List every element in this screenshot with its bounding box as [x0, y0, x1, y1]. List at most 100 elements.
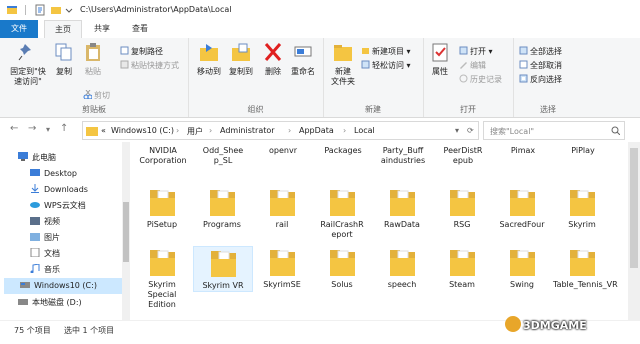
nav-videos[interactable]: 视频: [30, 214, 136, 230]
new-folder-button[interactable]: 新建 文件夹: [329, 42, 357, 87]
folder-item[interactable]: rail: [253, 186, 311, 230]
folder-item[interactable]: Table_Tennis_VR: [553, 246, 618, 290]
folder-icon: [270, 250, 295, 276]
nav-this-pc[interactable]: 此电脑: [18, 150, 124, 166]
selected-count: 选中 1 个项目: [64, 326, 115, 335]
breadcrumb-local[interactable]: Local: [354, 126, 375, 135]
folder-item[interactable]: Solus: [313, 246, 371, 290]
up-button[interactable]: ↑: [60, 123, 68, 134]
move-to-label: 移动到: [197, 67, 221, 76]
nav-wps-cloud[interactable]: WPS云文档: [30, 198, 136, 214]
folder-item[interactable]: PiPlay: [553, 146, 613, 156]
move-to-button[interactable]: 移动到: [194, 42, 224, 77]
content-scrollbar[interactable]: [628, 142, 640, 320]
folder-item[interactable]: Packages: [313, 146, 373, 156]
dropdown-icon[interactable]: [65, 4, 73, 16]
select-none-button[interactable]: 全部取消: [519, 60, 562, 71]
address-box[interactable]: « Windows10 (C:) › 用户 › Administrator › …: [82, 121, 479, 140]
nav-music[interactable]: 音乐: [30, 262, 136, 278]
folder-item[interactable]: Odd_Shee p_SL: [193, 146, 253, 166]
folder-item[interactable]: SacredFour: [493, 186, 551, 230]
properties-button[interactable]: 属性: [427, 42, 453, 77]
delete-icon: [264, 43, 282, 61]
nav-drive-c[interactable]: Windows10 (C:): [4, 278, 122, 294]
folder-item[interactable]: PiSetup: [133, 186, 191, 230]
folder-item[interactable]: Programs: [193, 186, 251, 230]
item-count: 75 个项目: [14, 326, 51, 335]
folder-icon: [210, 190, 235, 216]
select-all-label: 全部选择: [530, 47, 562, 56]
properties-quick-icon[interactable]: [34, 4, 46, 16]
pin-quick-access-button[interactable]: 固定到"快 速访问": [8, 42, 48, 87]
folder-icon: [86, 127, 98, 136]
open-button[interactable]: 打开 ▾: [459, 46, 493, 57]
explorer-icon: [7, 6, 17, 14]
breadcrumb-users[interactable]: 用户: [187, 126, 203, 137]
folder-name: Skyrim Special Edition: [147, 280, 177, 309]
folder-item[interactable]: Pimax: [493, 146, 553, 156]
folder-item[interactable]: SkyrimSE: [253, 246, 311, 290]
nav-documents[interactable]: 文档: [30, 246, 136, 262]
folder-item[interactable]: Swing: [493, 246, 551, 290]
folder-item[interactable]: Party_Buff aindustries: [373, 146, 433, 166]
tab-share[interactable]: 共享: [84, 20, 120, 38]
easy-access-button[interactable]: 轻松访问 ▾: [361, 60, 411, 71]
move-to-icon: [200, 44, 218, 61]
rename-button[interactable]: 重命名: [288, 42, 318, 77]
folder-item[interactable]: RSG: [433, 186, 491, 230]
folder-item[interactable]: RawData: [373, 186, 431, 230]
nav-label: 本地磁盘 (D:): [32, 298, 82, 307]
history-button[interactable]: 历史记录: [459, 74, 502, 85]
folder-item[interactable]: Skyrim VR: [193, 246, 253, 292]
back-button[interactable]: ←: [10, 123, 18, 134]
breadcrumb-drive[interactable]: Windows10 (C:): [111, 126, 174, 135]
edit-button[interactable]: 编辑: [459, 60, 486, 71]
document-icon: [30, 248, 40, 257]
edit-label: 编辑: [470, 61, 486, 70]
tab-file[interactable]: 文件: [0, 20, 38, 38]
nav-scrollbar[interactable]: [122, 142, 130, 320]
window-title: C:\Users\Administrator\AppData\Local: [80, 5, 232, 14]
address-dropdown-icon[interactable]: ▾: [455, 126, 459, 135]
paste-shortcut-button[interactable]: 粘贴快捷方式: [120, 60, 179, 71]
breadcrumb-administrator[interactable]: Administrator: [220, 126, 275, 135]
copy-to-button[interactable]: 复制到: [226, 42, 256, 77]
copy-button[interactable]: 复制: [52, 42, 76, 77]
refresh-icon[interactable]: ⟳: [467, 126, 474, 135]
nav-pictures[interactable]: 图片: [30, 230, 136, 246]
forward-button[interactable]: →: [28, 123, 36, 134]
folder-item[interactable]: Steam: [433, 246, 491, 290]
watermark: 3DMGAME: [505, 316, 587, 332]
folder-item[interactable]: speech: [373, 246, 431, 290]
breadcrumb-separator-icon: ›: [343, 126, 347, 135]
folder-item[interactable]: Skyrim: [553, 186, 611, 230]
invert-selection-button[interactable]: 反向选择: [519, 74, 562, 85]
copy-to-label: 复制到: [229, 67, 253, 76]
breadcrumb-appdata[interactable]: AppData: [299, 126, 334, 135]
copy-path-button[interactable]: 复制路径: [120, 46, 163, 57]
search-input[interactable]: 搜索"Local": [483, 121, 625, 140]
easy-access-icon: [361, 60, 370, 69]
folder-item[interactable]: PeerDistR epub: [433, 146, 493, 166]
select-all-button[interactable]: 全部选择: [519, 46, 562, 57]
nav-downloads[interactable]: Downloads: [30, 182, 136, 198]
nav-label: 视频: [44, 217, 60, 226]
folder-name: Skyrim: [568, 220, 596, 229]
folder-item[interactable]: Skyrim Special Edition: [133, 246, 191, 310]
cut-button[interactable]: 剪切: [83, 90, 110, 101]
nav-scrollbar-thumb[interactable]: [123, 202, 129, 262]
folder-item[interactable]: openvr: [253, 146, 313, 156]
recent-locations-button[interactable]: ▾: [46, 125, 50, 134]
nav-drive-d[interactable]: 本地磁盘 (D:): [18, 295, 124, 311]
nav-desktop[interactable]: Desktop: [30, 166, 136, 182]
delete-button[interactable]: 删除: [262, 42, 284, 77]
content-scrollbar-thumb[interactable]: [630, 148, 638, 268]
new-folder-quick-icon[interactable]: [50, 4, 62, 16]
tab-view[interactable]: 查看: [122, 20, 158, 38]
breadcrumb-prefix[interactable]: «: [101, 126, 106, 135]
folder-item[interactable]: RailCrashR eport: [313, 186, 371, 240]
tab-home[interactable]: 主页: [44, 20, 82, 40]
new-item-button[interactable]: 新建项目 ▾: [361, 46, 411, 57]
folder-item[interactable]: NVIDIA Corporation: [133, 146, 193, 166]
paste-button[interactable]: 粘贴: [80, 42, 106, 77]
